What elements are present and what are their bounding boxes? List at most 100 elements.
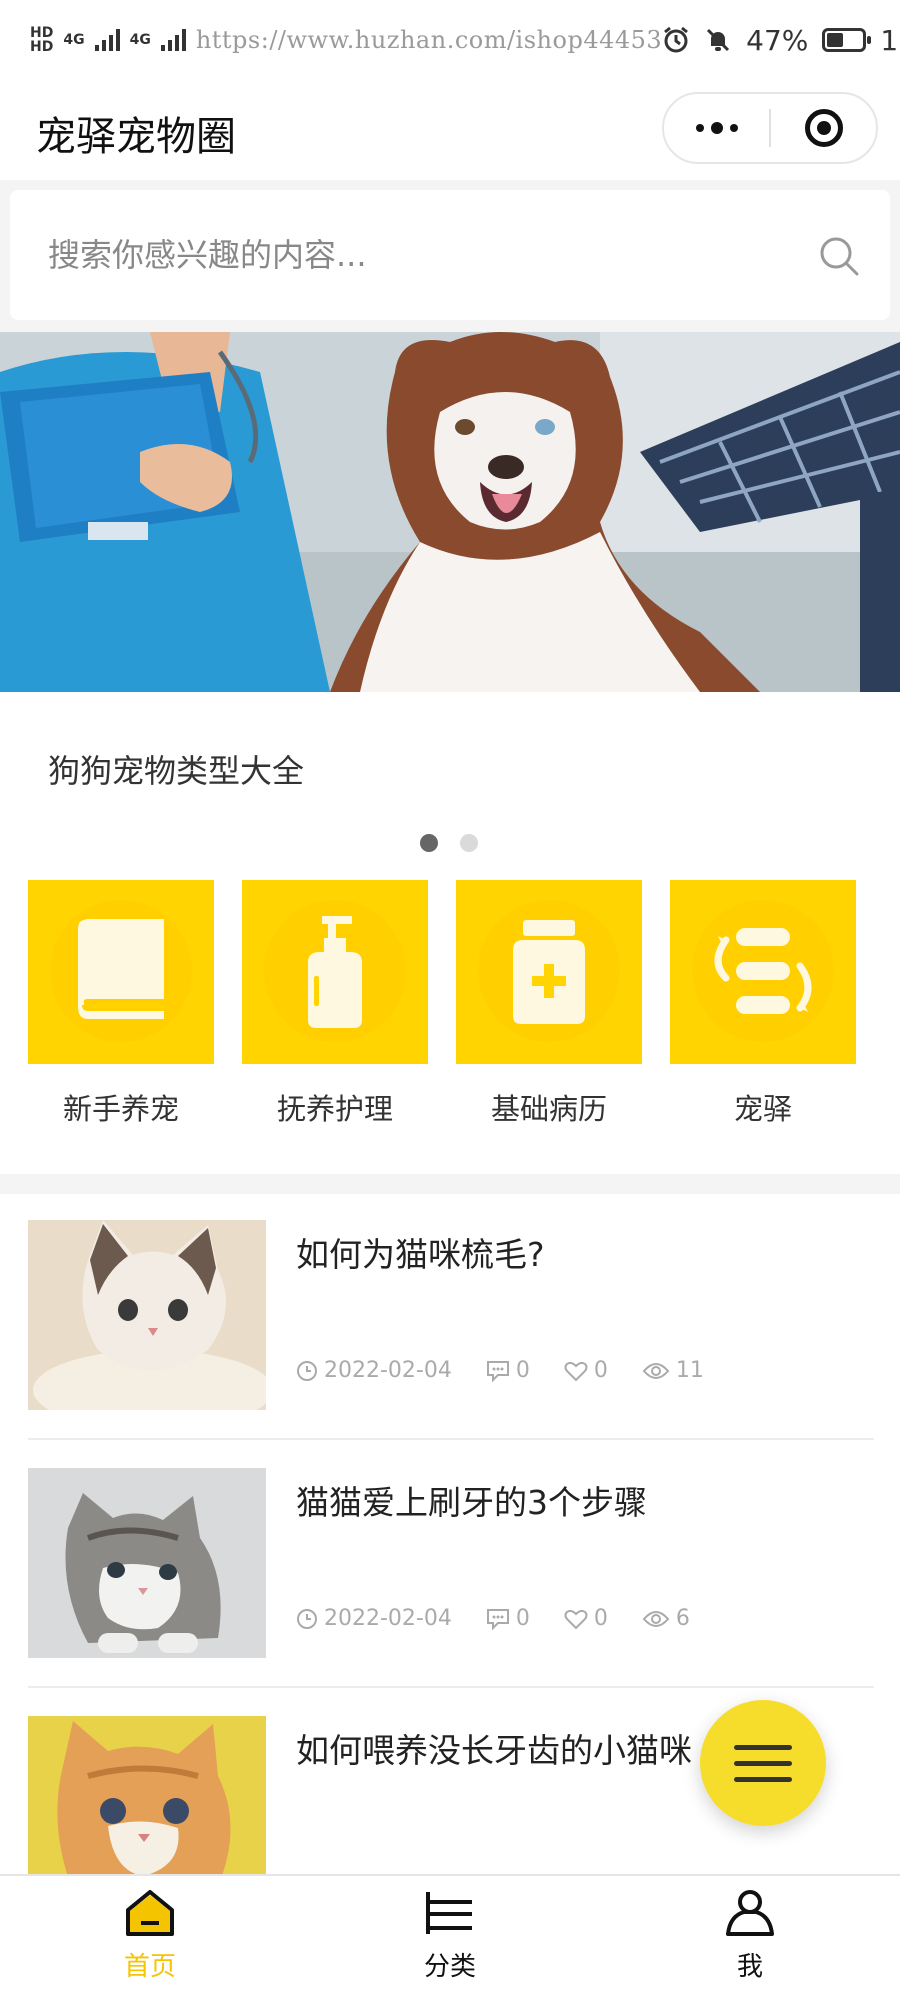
category-label: 宠驿 [733,1092,792,1126]
more-dots-icon [695,122,738,134]
menu-icon-line [734,1776,792,1782]
tab-home[interactable]: 首页 [70,1888,230,1983]
close-mini-program-button[interactable] [771,94,876,162]
banner-carousel[interactable] [0,332,900,692]
network-type: HD HD [30,26,53,54]
mini-program-capsule [662,92,878,164]
target-icon [804,109,843,147]
kitten-photo [28,1468,266,1658]
pump-bottle-icon [308,916,362,1028]
category-tile [28,880,214,1064]
meta-date: 2022-02-04 [296,1358,452,1383]
carousel-dot-1[interactable] [420,834,438,852]
article-title: 如何为猫咪梳毛? [296,1235,545,1274]
category-icon [426,1892,472,1934]
search-icon[interactable] [818,235,860,277]
banner-caption-area: 狗狗宠物类型大全 [0,692,900,892]
article-thumbnail [28,1468,266,1658]
comment-count: 0 [515,1606,530,1631]
menu-icon-line [734,1760,792,1766]
meta-views: 6 [642,1606,690,1631]
category-item-medical-record[interactable]: 基础病历 [456,880,642,1128]
meta-views: 11 [642,1358,704,1383]
more-button[interactable] [664,94,769,162]
comment-icon [486,1360,509,1382]
tab-category[interactable]: 分类 [370,1888,530,1983]
category-tile [670,880,856,1064]
article-date: 2022-02-04 [324,1606,452,1631]
menu-fab-button[interactable] [700,1700,826,1826]
bottom-tab-bar: 首页 分类 我 [0,1874,900,2000]
article-item[interactable]: 如何为猫咪梳毛? 2022-02-04 0 0 11 [28,1194,874,1440]
category-label: 基础病历 [490,1092,607,1126]
category-grid: 新手养宠 抚养护理 基础病历 宠驿 [0,878,900,1174]
like-count: 0 [593,1606,608,1631]
category-tile [242,880,428,1064]
tab-label: 分类 [423,1952,476,1982]
transfer-icon [714,928,812,1014]
like-count: 0 [593,1358,608,1383]
search-input[interactable] [48,228,748,282]
carousel-dot-2[interactable] [460,834,478,852]
category-item-pet-station[interactable]: 宠驿 [670,880,856,1128]
meta-date: 2022-02-04 [296,1606,452,1631]
page: HD HD 4G 4G https://www.huzhan.com/ishop… [0,0,900,2000]
category-label: 新手养宠 [62,1092,179,1126]
comment-count: 0 [515,1358,530,1383]
article-thumbnail [28,1220,266,1410]
status-left: HD HD 4G 4G https://www.huzhan.com/ishop… [30,26,662,54]
signal-icon-2 [160,29,186,51]
view-count: 6 [675,1606,690,1631]
tab-label: 首页 [123,1952,176,1982]
meta-likes: 0 [564,1606,608,1631]
banner-caption: 狗狗宠物类型大全 [48,752,305,790]
clock: 16:22 [880,23,900,57]
watermark-text: https://www.huzhan.com/ishop44453 [195,26,663,54]
category-label: 抚养护理 [276,1092,393,1126]
tab-me[interactable]: 我 [670,1888,830,1983]
meta-comments: 0 [486,1358,530,1383]
banner-image [0,332,900,692]
meta-comments: 0 [486,1606,530,1631]
app-header: 宠驿宠物圈 [0,80,900,180]
article-meta: 2022-02-04 0 0 6 [296,1606,724,1631]
view-count: 11 [675,1358,704,1383]
search-bar[interactable] [10,190,890,320]
comment-icon [486,1608,509,1630]
alarm-icon [664,26,689,53]
category-item-care[interactable]: 抚养护理 [242,880,428,1128]
tab-label: 我 [736,1952,763,1982]
mute-bell-icon [707,28,730,52]
cat-photo [28,1220,266,1410]
article-item[interactable]: 猫猫爱上刷牙的3个步骤 2022-02-04 0 0 6 [28,1442,874,1688]
eye-icon [642,1362,670,1379]
menu-icon-line [734,1744,792,1750]
article-title: 猫猫爱上刷牙的3个步骤 [296,1483,647,1522]
medicine-bottle-icon [513,920,585,1024]
signal-label-1: 4G [63,32,85,48]
status-right: 47% 16:22 [662,24,900,57]
clock-icon [297,1360,317,1381]
page-title: 宠驿宠物圈 [36,114,236,160]
signal-label-2: 4G [129,32,151,48]
clock-icon [297,1608,317,1629]
book-icon [78,919,164,1019]
article-meta: 2022-02-04 0 0 11 [296,1358,738,1383]
article-date: 2022-02-04 [324,1358,452,1383]
signal-icon [94,29,120,51]
article-title: 如何喂养没长牙齿的小猫咪 [296,1731,692,1770]
network-type-top: HD [30,25,54,41]
battery-fill [827,33,844,47]
category-tile [456,880,642,1064]
meta-likes: 0 [564,1358,608,1383]
status-bar: HD HD 4G 4G https://www.huzhan.com/ishop… [0,0,900,80]
network-type-bottom: HD [30,39,54,55]
heart-icon [564,1609,588,1629]
battery-icon [822,28,872,52]
eye-icon [642,1610,670,1627]
home-icon [126,1890,174,1936]
battery-percent: 47% [746,23,809,57]
heart-icon [564,1361,588,1381]
category-item-new-pet[interactable]: 新手养宠 [28,880,214,1128]
user-icon [726,1890,774,1936]
